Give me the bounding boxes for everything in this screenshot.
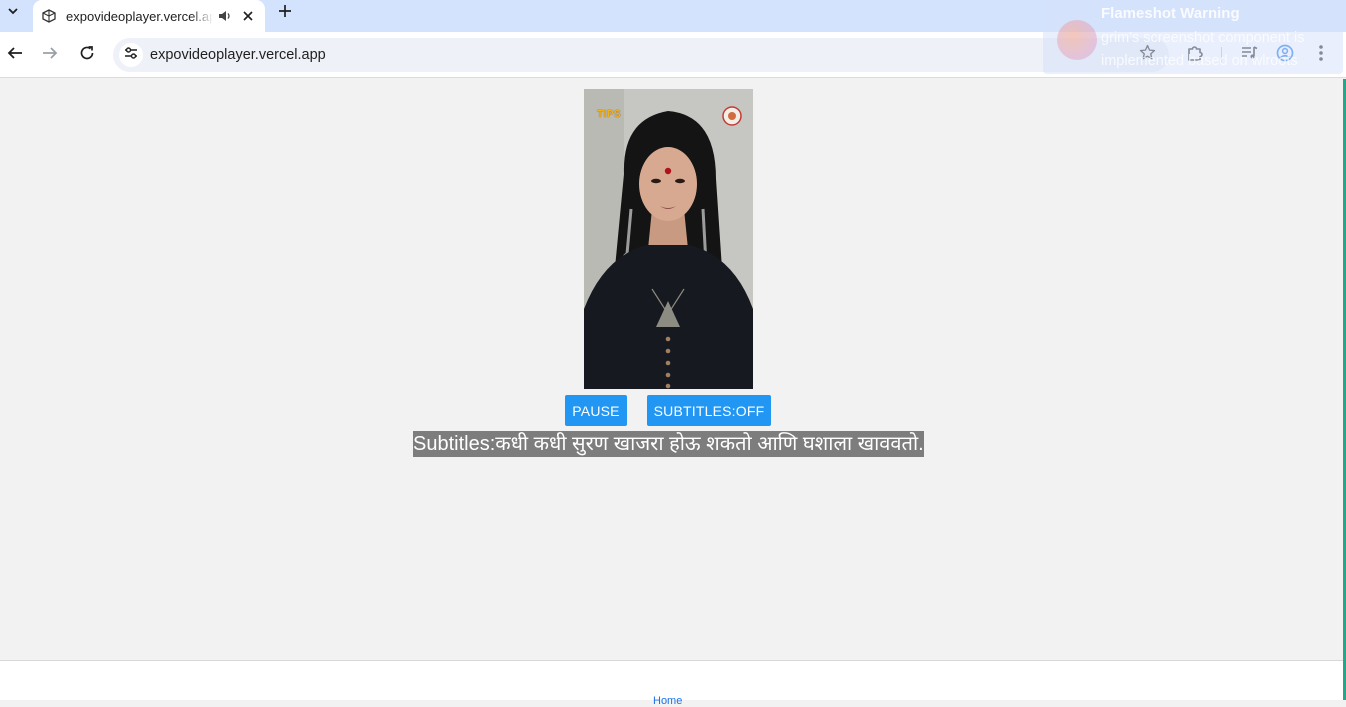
arrow-right-icon xyxy=(42,45,58,66)
notification-title: Flameshot Warning xyxy=(1101,5,1240,22)
flameshot-logo-icon xyxy=(1057,20,1097,60)
flameshot-notification: Flameshot Warning grim's screenshot comp… xyxy=(1043,0,1343,74)
subtitle-text: Subtitles:कधी कधी सुरण खाजरा होऊ शकतो आण… xyxy=(413,431,924,457)
close-tab-icon[interactable] xyxy=(239,7,257,25)
site-favicon-icon xyxy=(41,8,57,24)
new-tab-button[interactable] xyxy=(274,2,296,24)
tab-search-button[interactable] xyxy=(2,2,24,24)
notification-body: grim's screenshot component is implement… xyxy=(1101,30,1305,69)
chevron-down-icon xyxy=(7,4,19,22)
video-frame xyxy=(584,89,753,389)
tune-icon xyxy=(124,46,138,65)
arrow-left-icon xyxy=(7,45,23,66)
pause-button[interactable]: PAUSE xyxy=(565,395,627,426)
browser-tab[interactable]: expovideoplayer.vercel.app xyxy=(33,0,265,32)
page-content: TIPS PAUSE SUBTITLES:OFF Subtitles:कधी क… xyxy=(0,79,1346,660)
address-bar[interactable]: expovideoplayer.vercel.app xyxy=(113,38,1169,72)
video-watermark: TIPS xyxy=(597,109,622,120)
video-player[interactable]: TIPS xyxy=(584,89,753,389)
reload-button[interactable] xyxy=(75,43,99,67)
home-link[interactable]: Home xyxy=(653,695,682,707)
url-text[interactable]: expovideoplayer.vercel.app xyxy=(150,47,326,63)
plus-icon xyxy=(278,4,292,23)
forward-button[interactable] xyxy=(38,43,62,67)
reload-icon xyxy=(79,45,95,66)
back-button[interactable] xyxy=(3,43,27,67)
subtitles-toggle-button[interactable]: SUBTITLES:OFF xyxy=(647,395,771,426)
page-footer: Home xyxy=(0,660,1346,707)
site-info-button[interactable] xyxy=(119,43,143,67)
tab-title: expovideoplayer.vercel.app xyxy=(66,8,214,24)
speaker-icon[interactable] xyxy=(217,8,233,24)
